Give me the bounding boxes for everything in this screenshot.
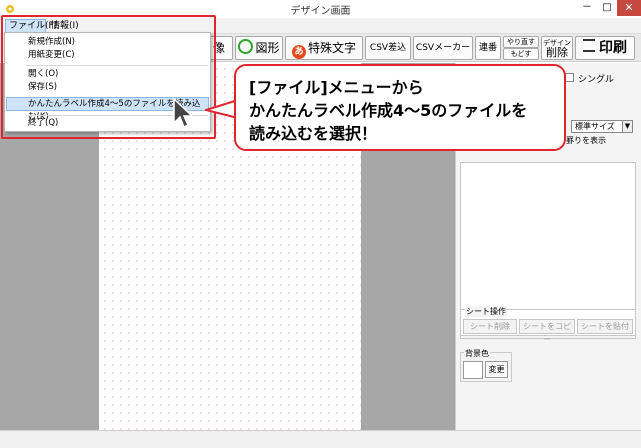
background-color-legend: 背景色	[464, 348, 490, 359]
undo-button[interactable]: もどす	[503, 48, 539, 60]
special-char-button[interactable]: あ特殊文字	[285, 36, 363, 60]
sheet-copy-button[interactable]: シートをコピー	[519, 319, 575, 344]
chevron-down-icon[interactable]: ▼	[622, 120, 633, 133]
background-color-swatch[interactable]	[463, 361, 483, 379]
design-delete-bottom-label: 削除	[546, 46, 568, 59]
shape-button[interactable]: 図形	[235, 36, 283, 60]
print-button[interactable]: 印刷	[575, 36, 635, 60]
special-char-button-label: 特殊文字	[307, 41, 356, 55]
serial-number-button[interactable]: 連番	[475, 36, 501, 60]
minimize-button[interactable]: －	[577, 0, 597, 16]
sheet-paste-button[interactable]: シートを貼付	[577, 319, 633, 334]
design-delete-button[interactable]: デザイン 削除	[541, 36, 573, 60]
csv-insert-button[interactable]: CSV差込	[365, 36, 411, 60]
shape-button-label: 図形	[255, 41, 280, 55]
sheet-delete-button[interactable]: シート削除	[463, 319, 517, 334]
background-change-button[interactable]: 変更	[485, 361, 508, 378]
csv-maker-button[interactable]: CSVメーカー	[413, 36, 473, 60]
mouse-cursor-icon	[173, 98, 194, 129]
callout-line-1: [ファイル]メニューから	[249, 78, 424, 97]
hiragana-a-icon: あ	[291, 45, 306, 59]
close-button[interactable]: ✕	[617, 0, 641, 16]
single-checkbox[interactable]	[565, 73, 574, 82]
sheet-operations-legend: シート操作	[465, 306, 507, 317]
callout-line-2: かんたんラベル作成4～5のファイルを	[249, 101, 528, 120]
callout-line-3: 読み込むを選択！	[249, 124, 378, 143]
border-display-label: 罫りを表示	[566, 136, 606, 145]
print-icon	[583, 39, 595, 52]
circle-icon	[238, 39, 254, 54]
status-bar	[0, 430, 641, 448]
maximize-button[interactable]: □	[597, 0, 617, 16]
single-label: シングル	[578, 75, 615, 85]
redo-button[interactable]: やり直す	[503, 36, 539, 48]
print-button-label: 印刷	[599, 40, 627, 56]
